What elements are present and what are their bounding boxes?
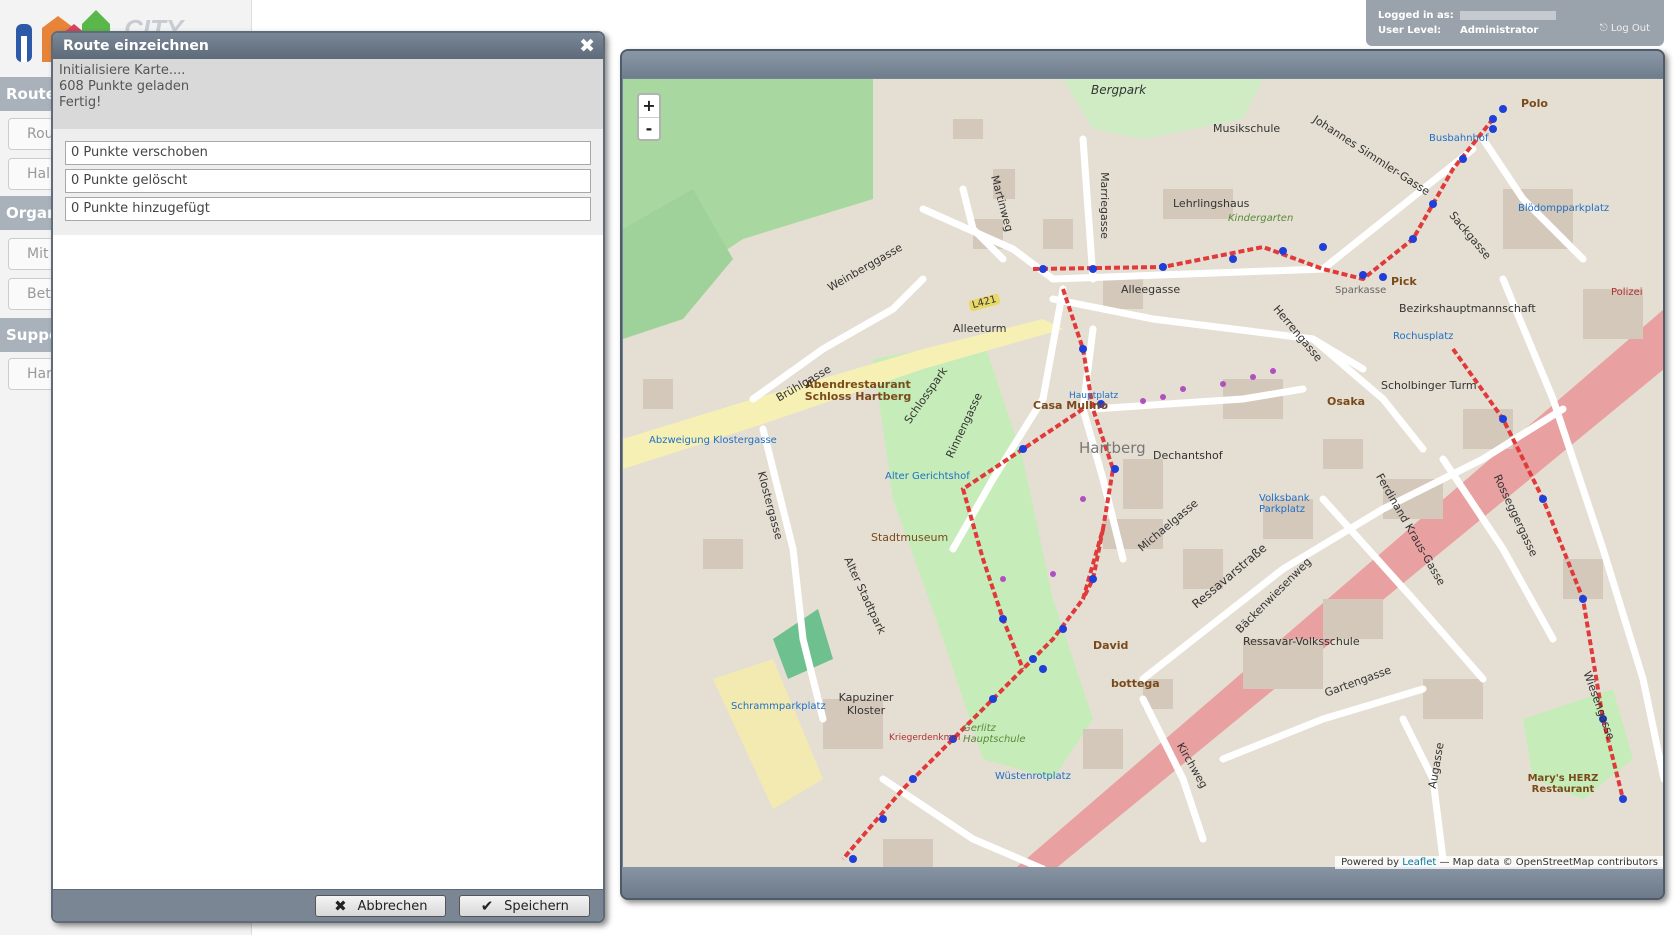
logged-in-label: Logged in as:: [1378, 10, 1454, 21]
map-label-polo: Polo: [1521, 97, 1548, 110]
map-window-header[interactable]: [622, 51, 1663, 78]
map-label-kindergarten: Kindergarten: [1228, 213, 1294, 224]
map-label-scholbinger-turm: Scholbinger Turm: [1381, 379, 1477, 392]
attribution-powered-by: Powered by: [1341, 857, 1400, 868]
map-label-abendrestaurant: Abendrestaurant Schloss Hartberg: [804, 378, 912, 403]
map-label-gerlitz-hauptschule: Gerlitz Hauptschule: [963, 723, 1026, 745]
street-marriegasse: Marriegasse: [1097, 172, 1111, 239]
map-window-footer: [622, 867, 1663, 898]
map-label-polizei: Polizei: [1611, 287, 1643, 298]
map-label-bergpark: Bergpark: [1091, 83, 1147, 97]
map-label-sparkasse: Sparkasse: [1335, 285, 1387, 296]
status-log: Initialisiere Karte.... 608 Punkte gelad…: [53, 59, 603, 129]
stat-moved: 0 Punkte verschoben: [65, 141, 591, 165]
map-tiles[interactable]: [623, 79, 1664, 869]
leaflet-link[interactable]: Leaflet: [1402, 857, 1436, 868]
map-label-busbahnhof: Busbahnhof: [1429, 133, 1489, 144]
stats-panel: 0 Punkte verschoben 0 Punkte gelöscht 0 …: [53, 129, 603, 235]
map-label-marys-herz: Mary's HERZ Restaurant: [1527, 773, 1599, 795]
dialog-titlebar[interactable]: Route einzeichnen ✖: [53, 33, 603, 59]
user-level-value: Administrator: [1460, 25, 1539, 36]
map-label-stadtmuseum: Stadtmuseum: [871, 531, 949, 544]
street-alleegasse: Alleegasse: [1121, 283, 1181, 296]
dialog-title: Route einzeichnen: [63, 38, 209, 54]
map-label-lehrlingshaus: Lehrlingshaus: [1173, 197, 1250, 210]
logout-link[interactable]: ⎋ Log Out: [1600, 23, 1650, 34]
username-masked: [1460, 11, 1556, 20]
zoom-out-button[interactable]: -: [639, 117, 659, 139]
map-label-kriegerdenkmal: Kriegerdenkmal: [889, 733, 961, 743]
map-label-hauptplatz: Hauptplatz: [1069, 391, 1119, 401]
map-label-david: David: [1093, 639, 1129, 652]
map-label-bottega: bottega: [1111, 677, 1160, 690]
check-icon: ✔: [480, 897, 494, 915]
close-icon[interactable]: ✖: [579, 35, 595, 57]
map-label-bezirkshauptmannschaft: Bezirkshauptmannschaft: [1399, 302, 1536, 315]
map-label-wuestenrotplatz: Wüstenrotplatz: [995, 771, 1071, 782]
map-label-alleeturm: Alleeturm: [953, 322, 1007, 335]
logout-icon: ⎋: [1599, 23, 1611, 34]
user-level-label: User Level:: [1378, 25, 1442, 36]
cross-icon: ✖: [334, 897, 347, 915]
map-label-rochusplatz: Rochusplatz: [1393, 331, 1454, 342]
map-label-kapuziner-kloster: Kapuziner Kloster: [838, 691, 894, 717]
map-label-schrammparkplatz: Schrammparkplatz: [731, 701, 826, 712]
map-label-musikschule: Musikschule: [1213, 122, 1281, 135]
save-button[interactable]: ✔ Speichern: [459, 895, 590, 917]
map-window: Bergpark Musikschule Lehrlingshaus Kinde…: [620, 49, 1665, 900]
logout-label: Log Out: [1610, 23, 1650, 34]
cancel-button[interactable]: ✖ Abbrechen: [315, 895, 446, 917]
map-label-pick: Pick: [1391, 275, 1417, 288]
save-label: Speichern: [504, 898, 569, 914]
cancel-label: Abbrechen: [357, 898, 428, 914]
map-label-volksbank-parkplatz: Volksbank Parkplatz: [1259, 493, 1310, 515]
map-label-abzweigung-klostergasse: Abzweigung Klostergasse: [649, 435, 777, 446]
login-info-box: Logged in as: User Level: Administrator ⎋…: [1366, 0, 1664, 46]
map-attribution: Powered by Leaflet — Map data © OpenStre…: [1335, 856, 1663, 869]
stat-deleted: 0 Punkte gelöscht: [65, 169, 591, 193]
dialog-footer: ✖ Abbrechen ✔ Speichern: [53, 889, 603, 921]
map-label-volksschule: Ressavar-Volksschule: [1243, 635, 1360, 648]
map-label-osaka: Osaka: [1327, 395, 1366, 408]
map-label-bloedompparkplatz: Blödompparkplatz: [1518, 203, 1610, 214]
stat-added: 0 Punkte hinzugefügt: [65, 197, 591, 221]
route-dialog: Route einzeichnen ✖ Initialisiere Karte.…: [51, 31, 605, 923]
map-label-dechantshof: Dechantshof: [1153, 449, 1223, 462]
zoom-control: + -: [637, 93, 661, 141]
zoom-in-button[interactable]: +: [639, 95, 659, 117]
map-label-alter-gerichtshof: Alter Gerichtshof: [885, 471, 970, 482]
map-canvas[interactable]: Bergpark Musikschule Lehrlingshaus Kinde…: [623, 79, 1664, 869]
map-label-hartberg: Hartberg: [1079, 439, 1146, 457]
attribution-data: — Map data © OpenStreetMap contributors: [1439, 857, 1658, 868]
